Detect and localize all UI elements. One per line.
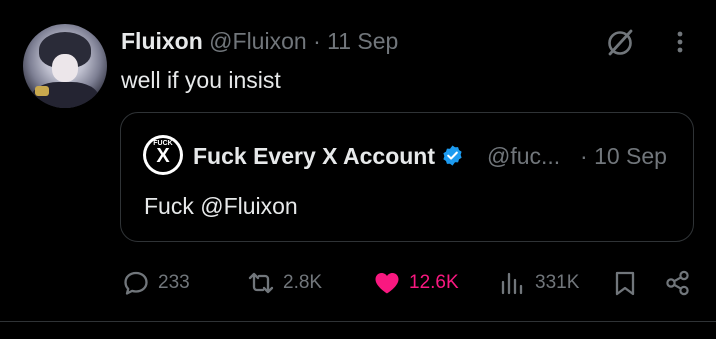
header-separator: · — [313, 28, 321, 54]
like-count: 12.6K — [409, 272, 459, 293]
quoted-tweet[interactable]: FUCK X Fuck Every X Account @fuc... · 10… — [120, 112, 694, 242]
quoted-text: Fuck @Fluixon — [144, 193, 298, 219]
like-icon — [375, 273, 399, 294]
grok-icon[interactable] — [604, 26, 636, 58]
tweet-date[interactable]: 11 Sep — [327, 28, 398, 54]
views-icon — [501, 272, 523, 295]
reply-count: 233 — [158, 272, 190, 293]
avatar-gold-detail — [35, 86, 49, 96]
bookmark-icon — [615, 271, 635, 296]
quoted-author-handle[interactable]: @fuc... — [487, 142, 560, 170]
quoted-author-avatar[interactable]: FUCK X — [143, 135, 183, 175]
repost-icon — [248, 272, 274, 294]
more-icon[interactable] — [668, 28, 692, 56]
author-avatar[interactable] — [23, 24, 107, 108]
author-name[interactable]: Fluixon — [121, 28, 203, 54]
quoted-separator: · — [580, 143, 588, 169]
avatar-face-shape — [52, 54, 78, 82]
tweet-header: Fluixon @Fluixon · 11 Sep — [121, 27, 398, 55]
views-button[interactable]: 331K — [499, 266, 579, 300]
reply-button[interactable]: 233 — [122, 266, 190, 300]
tweet-divider — [0, 321, 716, 322]
tweet[interactable]: Fluixon @Fluixon · 11 Sep well if you in… — [0, 0, 716, 322]
quoted-date-text: 10 Sep — [594, 143, 667, 169]
reply-icon — [124, 271, 148, 295]
quoted-author-name[interactable]: Fuck Every X Account — [193, 143, 435, 169]
repost-count: 2.8K — [283, 272, 323, 293]
quoted-date[interactable]: · 10 Sep — [580, 142, 667, 170]
like-button[interactable]: 12.6K — [373, 266, 459, 300]
views-count: 331K — [535, 272, 580, 293]
share-icon — [666, 270, 689, 296]
verified-badge-icon — [443, 145, 462, 166]
author-handle[interactable]: @Fluixon — [209, 28, 307, 54]
tweet-text: well if you insist — [121, 67, 281, 93]
share-button[interactable] — [664, 266, 692, 300]
quoted-header: Fuck Every X Account — [193, 142, 464, 170]
quoted-avatar-x-logo: X — [156, 145, 170, 167]
bookmark-button[interactable] — [611, 266, 639, 300]
repost-button[interactable]: 2.8K — [247, 266, 322, 300]
